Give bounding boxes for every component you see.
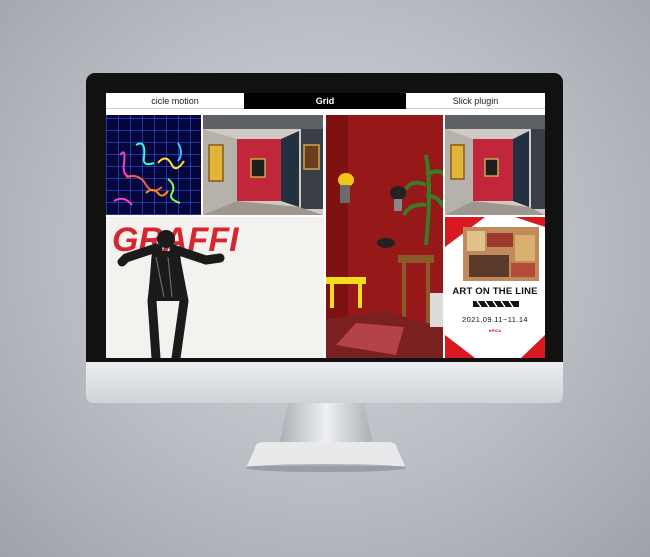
poster-title: ART ON THE LINE [452,286,538,297]
monitor-chin [86,362,563,403]
grid-item-neon-art[interactable] [106,115,201,215]
grid-item-gallery-room-2[interactable] [445,115,545,215]
website-screen: cicle motion Grid Slick plugin GRAFFI AR… [106,93,545,358]
tab-bar: cicle motion Grid Slick plugin [106,93,545,109]
poster-dates: 2021.09.11~11.14 [462,315,528,324]
gallery-room-image [203,115,323,215]
neon-art-image [113,142,185,206]
graffiti-figure-image: GRAFFI [112,221,240,358]
tab-cicle-motion[interactable]: cicle motion [106,93,244,109]
poster-logo: KPICA [488,328,502,333]
grid-item-red-wall-installation[interactable] [326,115,443,358]
grid-item-graffiti-figure[interactable]: GRAFFI [106,217,324,358]
tab-slick-plugin[interactable]: Slick plugin [406,93,545,109]
gallery-room-image-2 [445,115,545,215]
imac-monitor: cicle motion Grid Slick plugin GRAFFI AR… [86,73,563,403]
grid-item-art-on-the-line-poster[interactable]: ART ON THE LINE 2021.09.11~11.14 KPICA [445,217,545,358]
tab-grid[interactable]: Grid [244,93,406,109]
red-wall-installation-image [326,115,443,358]
grid-item-gallery-room[interactable] [203,115,323,215]
